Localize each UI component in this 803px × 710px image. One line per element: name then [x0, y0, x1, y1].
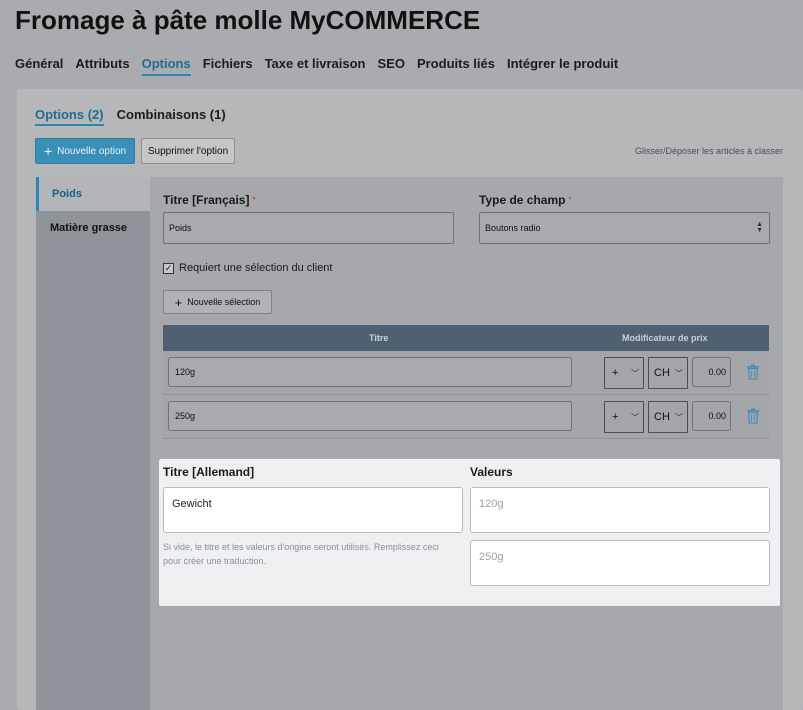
tab-options[interactable]: Options	[141, 56, 191, 76]
translation-values-label: Valeurs	[470, 465, 513, 479]
require-selection-label: Requiert une sélection du client	[179, 262, 333, 274]
subtab-options[interactable]: Options (2)	[35, 107, 104, 126]
field-type-select[interactable]: Boutons radio ▲ ▼	[479, 212, 770, 244]
price-sign-select[interactable]: + ﹀	[604, 357, 644, 389]
select-arrows-icon: ▲ ▼	[756, 221, 763, 234]
sidebar-item-poids[interactable]: Poids	[36, 177, 150, 211]
price-amount-input[interactable]: 0.00	[692, 357, 731, 387]
drag-hint: Glisser/Déposer les articles à classer	[634, 146, 783, 156]
table-row: 250g + ﹀ CH ﹀ 0.00	[163, 395, 769, 439]
selections-table: Titre Modificateur de prix 120g + ﹀ CH ﹀…	[163, 325, 769, 439]
sidebar-item-matiere-grasse[interactable]: Matière grasse	[36, 211, 150, 245]
delete-option-button[interactable]: Supprimer l'option	[141, 138, 235, 164]
title-label: Titre [Français] •	[163, 193, 256, 207]
table-row: 120g + ﹀ CH ﹀ 0.00	[163, 351, 769, 395]
translation-title-label: Titre [Allemand]	[163, 465, 255, 479]
translation-panel: Titre [Allemand] Valeurs Gewicht Si vide…	[159, 459, 780, 606]
tab-fichiers[interactable]: Fichiers	[203, 56, 253, 76]
translation-value-input[interactable]: 120g	[470, 487, 770, 533]
tab-produits-lies[interactable]: Produits liés	[417, 56, 495, 76]
required-marker: •	[568, 193, 572, 203]
new-selection-button[interactable]: + Nouvelle sélection	[163, 290, 272, 314]
new-option-button[interactable]: + Nouvelle option	[35, 138, 135, 164]
trash-icon[interactable]	[746, 408, 760, 424]
plus-icon: +	[43, 143, 53, 159]
table-header: Titre Modificateur de prix	[163, 325, 769, 351]
trash-icon[interactable]	[746, 364, 760, 380]
new-option-label: Nouvelle option	[57, 145, 127, 157]
tab-integrer-produit[interactable]: Intégrer le produit	[507, 56, 618, 76]
title-input[interactable]: Poids	[163, 212, 454, 244]
options-card: Options (2) Combinaisons (1) + Nouvelle …	[17, 89, 803, 710]
selection-name-input[interactable]: 250g	[168, 401, 572, 431]
chevron-down-icon: ﹀	[675, 413, 683, 422]
field-type-label: Type de champ •	[479, 193, 572, 207]
subtab-combinaisons[interactable]: Combinaisons (1)	[117, 107, 226, 126]
translation-value-input[interactable]: 250g	[470, 540, 770, 586]
main-tabs: Général Attributs Options Fichiers Taxe …	[15, 56, 630, 76]
price-sign-select[interactable]: + ﹀	[604, 401, 644, 433]
selection-name-input[interactable]: 120g	[168, 357, 572, 387]
translation-title-input[interactable]: Gewicht	[163, 487, 463, 533]
tab-attributs[interactable]: Attributs	[75, 56, 129, 76]
tab-seo[interactable]: SEO	[377, 56, 404, 76]
required-marker: •	[252, 193, 256, 203]
chevron-down-icon: ﹀	[631, 413, 639, 422]
currency-select[interactable]: CH ﹀	[648, 357, 688, 389]
translation-help-text: Si vide, le titre et les valeurs d'origi…	[163, 542, 439, 566]
plus-icon: +	[174, 294, 183, 310]
option-editor: Titre [Français] • Poids Type de champ • B…	[150, 177, 783, 710]
currency-select[interactable]: CH ﹀	[648, 401, 688, 433]
tab-taxe-livraison[interactable]: Taxe et livraison	[265, 56, 366, 76]
column-price-modifier: Modificateur de prix	[622, 333, 708, 343]
require-selection-checkbox[interactable]: ✓	[163, 262, 174, 274]
new-selection-label: Nouvelle sélection	[187, 297, 261, 307]
require-selection-row[interactable]: ✓ Requiert une sélection du client	[163, 262, 332, 274]
chevron-down-icon: ﹀	[675, 369, 683, 378]
chevron-down-icon: ﹀	[631, 369, 639, 378]
price-amount-input[interactable]: 0.00	[692, 401, 731, 431]
options-sidebar: Poids Matière grasse	[36, 177, 150, 710]
sub-tabs: Options (2) Combinaisons (1)	[35, 107, 239, 126]
column-title: Titre	[369, 333, 389, 343]
page-title: Fromage à pâte molle MyCOMMERCE	[15, 5, 481, 35]
tab-general[interactable]: Général	[15, 56, 63, 76]
